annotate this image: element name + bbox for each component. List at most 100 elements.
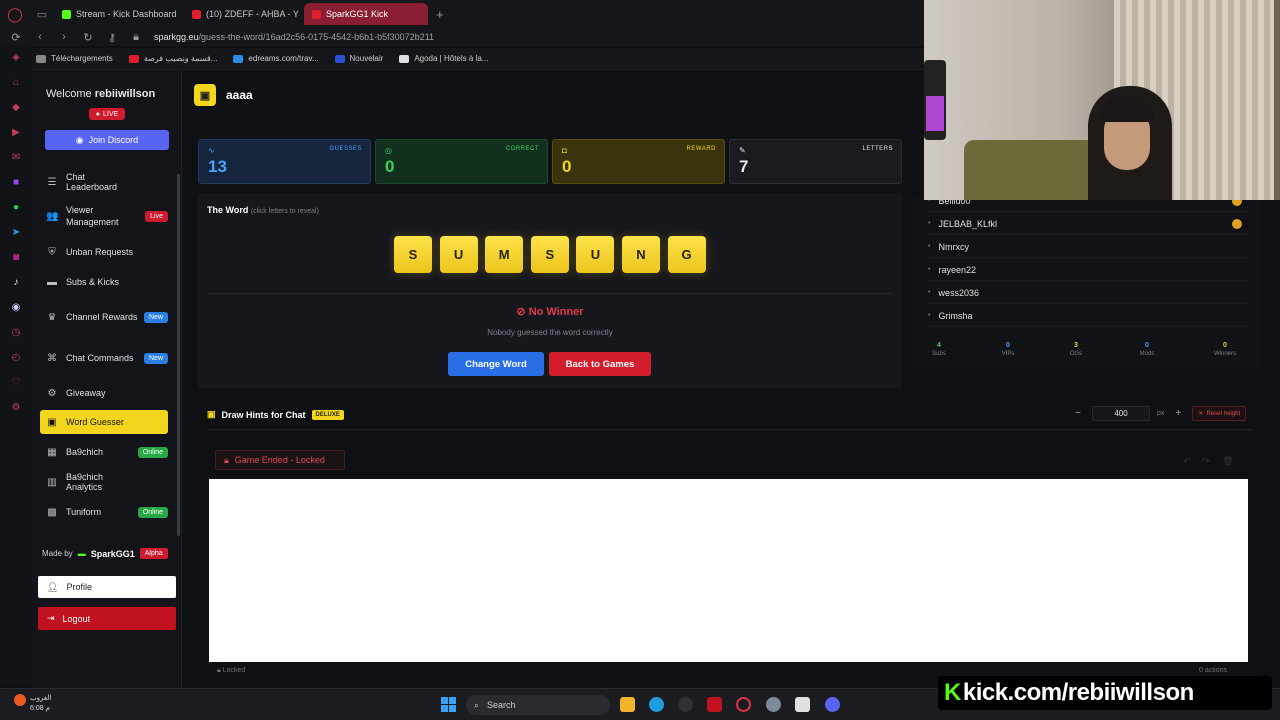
sidebar-scrollbar[interactable] [177,174,180,536]
twitch-icon[interactable]: ■ [9,175,23,189]
drawing-canvas[interactable] [209,479,1248,662]
letter-tile[interactable]: U [439,236,478,273]
sidebar-item[interactable]: ▥ Ba9chich Analytics [40,470,168,494]
browser-tab[interactable]: (10) ZDEFF - AHBA - Y [184,3,300,25]
tiktok-icon[interactable]: ♪ [9,275,23,289]
url-host: sparkgg.eu [154,32,199,42]
sidebar-item[interactable]: ⌘ Chat Commands New [40,346,168,370]
chat-user-row[interactable]: • JELBAB_KLfkl [928,213,1250,235]
game-ended-badge: 🔒︎ Game Ended - Locked [215,450,345,470]
back-icon[interactable]: ‹ [34,31,46,43]
tab-label: Stream - Kick Dashboard [76,9,177,19]
tuniform-icon: ▩ [47,506,57,518]
obs-icon[interactable] [678,697,693,712]
sidebar-item[interactable]: ▣ Word Guesser [40,410,168,434]
heart-icon[interactable]: ♡ [9,375,23,389]
canvas-tools: ↶ ↷ 🗑︎ [1183,456,1234,467]
reset-height-button[interactable]: ✕ Reset height [1192,406,1247,421]
chat-user-row[interactable]: • wess2036 [928,282,1250,304]
messenger-icon[interactable]: ✉ [9,150,23,164]
summary-label: Mods [1139,351,1155,357]
join-discord-button[interactable]: ◉ Join Discord [45,130,169,150]
sidebar-item-label: Unban Requests [66,247,134,257]
new-tab-button[interactable]: + [428,7,452,22]
letter-tile[interactable]: M [485,236,524,273]
opera-logo-icon[interactable]: ◯ [0,0,30,28]
telegram-icon[interactable]: ➤ [9,225,23,239]
chat-user-row[interactable]: • Nmrxcy [928,236,1250,258]
gift-icon: ⚙ [47,387,57,399]
chat-user-row[interactable]: • Grimsha [928,305,1250,327]
sidebar-item[interactable]: ▬ Subs & Kicks [40,270,168,294]
undo-icon[interactable]: ↶ [1183,456,1191,467]
height-input[interactable]: 400 [1092,406,1150,421]
bag-icon[interactable]: ◆ [9,100,23,114]
sidebar-item[interactable]: ▦ Ba9chich Online [40,440,168,464]
change-word-button[interactable]: Change Word [448,352,544,376]
bookmark-item[interactable]: قسمة ونصيب فرصة... [128,54,217,63]
sidebar-item[interactable]: ▩ Tuniform Online [40,500,168,524]
speed-dial-icon[interactable]: ⌂ [9,75,23,89]
bookmark-item[interactable]: Nouvelair [334,54,383,63]
clock-icon[interactable]: ◴ [9,350,23,364]
browser-tab[interactable]: Stream - Kick Dashboard [54,3,180,25]
weather-widget[interactable]: الغروب 6:08 م [14,694,51,714]
app-icon[interactable] [707,697,722,712]
chat-user-row[interactable]: • rayeen22 [928,259,1250,281]
history-icon[interactable]: ◷ [9,325,23,339]
sidebar-item[interactable]: ♛ Channel Rewards New [40,305,168,329]
decrease-height-button[interactable]: − [1071,407,1085,421]
logout-button[interactable]: ⇥ Logout [38,607,176,630]
opera-icon[interactable] [736,697,751,712]
key-icon[interactable]: ⚷ [106,31,118,44]
kick-url-banner: Kkick.com/rebiiwillson [938,676,1272,710]
stat-value: 0 [385,157,395,176]
pc-icon[interactable] [795,697,810,712]
sidebar-item[interactable]: ⚙ Giveaway [40,381,168,405]
instagram-icon[interactable]: ◙ [9,250,23,264]
sidebar-item-badge: New [143,352,168,364]
browser-tab-bar: ◯ ▭ Stream - Kick Dashboard (10) ZDEFF - … [0,0,924,28]
bookmark-item[interactable]: edreams.com/trav... [233,54,319,63]
settings-icon[interactable]: ⚙ [9,400,23,414]
workspaces-icon[interactable]: ▭ [30,0,54,28]
browser-tab[interactable]: SparkGG1 Kick [304,3,428,25]
draw-hints-section: ▣ Draw Hints for Chat DELUXE − 400 px + … [199,402,1260,688]
windows-start-icon[interactable] [441,697,456,712]
kick-url-label: kick.com/rebiiwillson [962,679,1194,706]
refresh-icon[interactable]: ⟳ [10,31,22,44]
url-field[interactable]: sparkgg.eu/guess-the-word/16ad2c56-0175-… [154,32,434,42]
chat-user-name: Nmrxcy [938,241,969,252]
player-icon[interactable]: ▶ [9,125,23,139]
redo-icon[interactable]: ↷ [1203,456,1211,467]
taskbar-search[interactable]: ⌕ Search [466,695,610,715]
letter-tile[interactable]: U [576,236,615,273]
whatsapp-icon[interactable]: ● [9,200,23,214]
kick-icon: ▬ [47,276,57,288]
back-to-games-button[interactable]: Back to Games [549,352,651,376]
reload-icon[interactable]: ↻ [82,31,94,44]
divider [207,293,893,294]
profile-button[interactable]: 👤︎ Profile [38,576,176,598]
sidebar-item[interactable]: 👥 Viewer Management Live [40,204,168,228]
bookmark-item[interactable]: Agoda | Hôtels à la... [399,54,488,63]
discord-icon[interactable]: ◉ [9,300,23,314]
trash-icon[interactable]: 🗑︎ [1222,456,1233,467]
sidebar-item[interactable]: ☰ Chat Leaderboard [40,170,168,194]
settings-icon[interactable] [766,697,781,712]
made-by: Made by ▬ SparkGG1 Alpha [42,548,168,559]
sidebar-item[interactable]: ⛨ Unban Requests [40,240,168,264]
forward-icon[interactable]: › [58,31,70,43]
weather-time: 6:08 م [30,705,50,712]
aria-icon[interactable]: ◈ [9,50,23,64]
letter-tile[interactable]: S [394,236,432,273]
bookmark-item[interactable]: Téléchargements [36,54,113,63]
made-by-name[interactable]: SparkGG1 [91,549,135,559]
increase-height-button[interactable]: + [1171,407,1185,421]
file-explorer-icon[interactable] [620,697,635,712]
discord-icon[interactable] [825,697,840,712]
letter-tile[interactable]: G [667,236,706,273]
letter-tile[interactable]: S [530,236,569,273]
edge-icon[interactable] [649,697,664,712]
letter-tile[interactable]: N [622,236,660,273]
